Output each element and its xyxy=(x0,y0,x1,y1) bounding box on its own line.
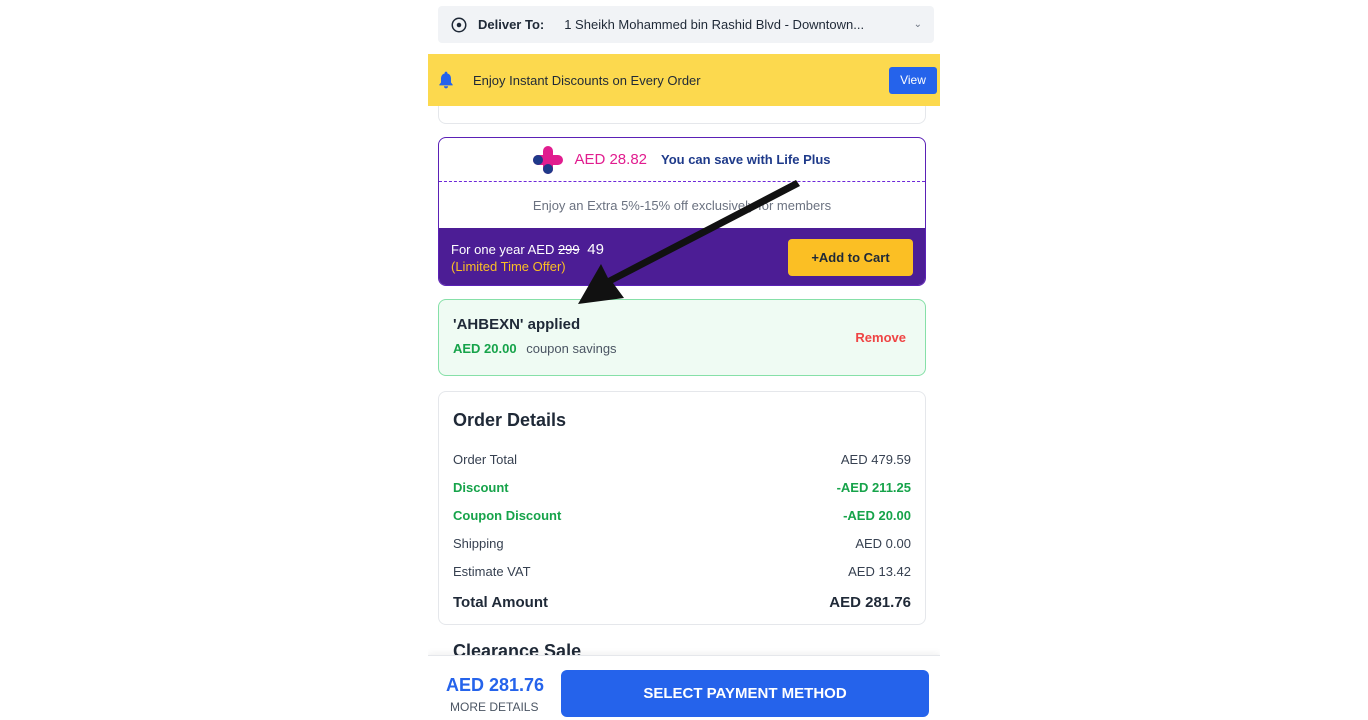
row-label: Coupon Discount xyxy=(453,507,562,523)
old-price: 299 xyxy=(557,241,580,257)
life-plus-header: AED 28.82 You can save with Life Plus xyxy=(439,138,925,182)
total-label: Total Amount xyxy=(453,593,548,611)
coupon-code: 'AHBEXN' applied xyxy=(453,316,581,333)
row-value: AED 479.59 xyxy=(840,451,911,467)
row-value: -AED 211.25 xyxy=(836,479,911,495)
coupon-savings-amount: AED 20.00 xyxy=(453,341,517,356)
life-plus-savings-amount: AED 28.82 xyxy=(574,151,647,168)
delivery-address: 1 Sheikh Mohammed bin Rashid Blvd - Down… xyxy=(564,17,865,32)
life-plus-member-text: Enjoy an Extra 5%-15% off exclusively fo… xyxy=(532,197,832,213)
discount-row: Discount -AED 211.25 xyxy=(453,473,911,501)
delivery-address-selector[interactable]: Deliver To: 1 Sheikh Mohammed bin Rashid… xyxy=(438,6,934,43)
row-value: AED 13.42 xyxy=(848,563,911,579)
chevron-down-icon: ⌄ xyxy=(913,19,922,30)
life-plus-logo-icon xyxy=(533,145,564,174)
row-value: -AED 20.00 xyxy=(843,507,911,523)
life-plus-year-price: For one year AED 299 49 (Limited Time Of… xyxy=(451,241,788,275)
row-label: Estimate VAT xyxy=(453,563,531,579)
instant-discount-banner: Enjoy Instant Discounts on Every Order V… xyxy=(428,54,940,106)
view-button[interactable]: View xyxy=(889,66,937,94)
new-price: 49 xyxy=(587,240,604,258)
previous-card-edge xyxy=(438,106,926,124)
row-label: Order Total xyxy=(453,451,518,467)
coupon-savings-label: coupon savings xyxy=(526,341,617,356)
vat-row: Estimate VAT AED 13.42 xyxy=(453,557,911,585)
life-plus-savings-text: You can save with Life Plus xyxy=(661,152,831,167)
row-label: Shipping xyxy=(453,535,504,551)
deliver-to-label: Deliver To: xyxy=(478,17,545,32)
coupon-discount-row: Coupon Discount -AED 20.00 xyxy=(453,501,911,529)
life-plus-offer-bar: For one year AED 299 49 (Limited Time Of… xyxy=(439,228,925,285)
checkout-amount: AED 281.76 xyxy=(446,675,545,695)
life-plus-card: AED 28.82 You can save with Life Plus En… xyxy=(438,137,926,286)
order-details-title: Order Details xyxy=(453,410,567,430)
shipping-row: Shipping AED 0.00 xyxy=(453,529,911,557)
add-to-cart-button[interactable]: +Add to Cart xyxy=(788,239,913,276)
year-prefix: For one year AED xyxy=(451,241,555,257)
coupon-savings: AED 20.00 coupon savings xyxy=(453,341,911,356)
more-details-link[interactable]: MORE DETAILS xyxy=(450,700,538,714)
limited-offer-label: (Limited Time Offer) xyxy=(451,258,566,274)
total-value: AED 281.76 xyxy=(829,593,911,611)
coupon-applied-card: 'AHBEXN' applied AED 20.00 coupon saving… xyxy=(438,299,926,376)
checkout-bar: AED 281.76 MORE DETAILS SELECT PAYMENT M… xyxy=(428,655,940,720)
location-pin-icon xyxy=(451,17,467,32)
total-amount-row: Total Amount AED 281.76 xyxy=(453,585,911,619)
order-total-row: Order Total AED 479.59 xyxy=(453,445,911,473)
checkout-page: Deliver To: 1 Sheikh Mohammed bin Rashid… xyxy=(428,0,940,720)
order-details-card: Order Details Order Total AED 479.59 Dis… xyxy=(438,391,926,625)
row-label: Discount xyxy=(453,479,509,495)
row-value: AED 0.00 xyxy=(855,535,911,551)
remove-coupon-button[interactable]: Remove xyxy=(855,330,906,345)
banner-text: Enjoy Instant Discounts on Every Order xyxy=(473,72,701,88)
select-payment-method-button[interactable]: SELECT PAYMENT METHOD xyxy=(561,670,929,717)
bell-icon xyxy=(439,71,453,89)
